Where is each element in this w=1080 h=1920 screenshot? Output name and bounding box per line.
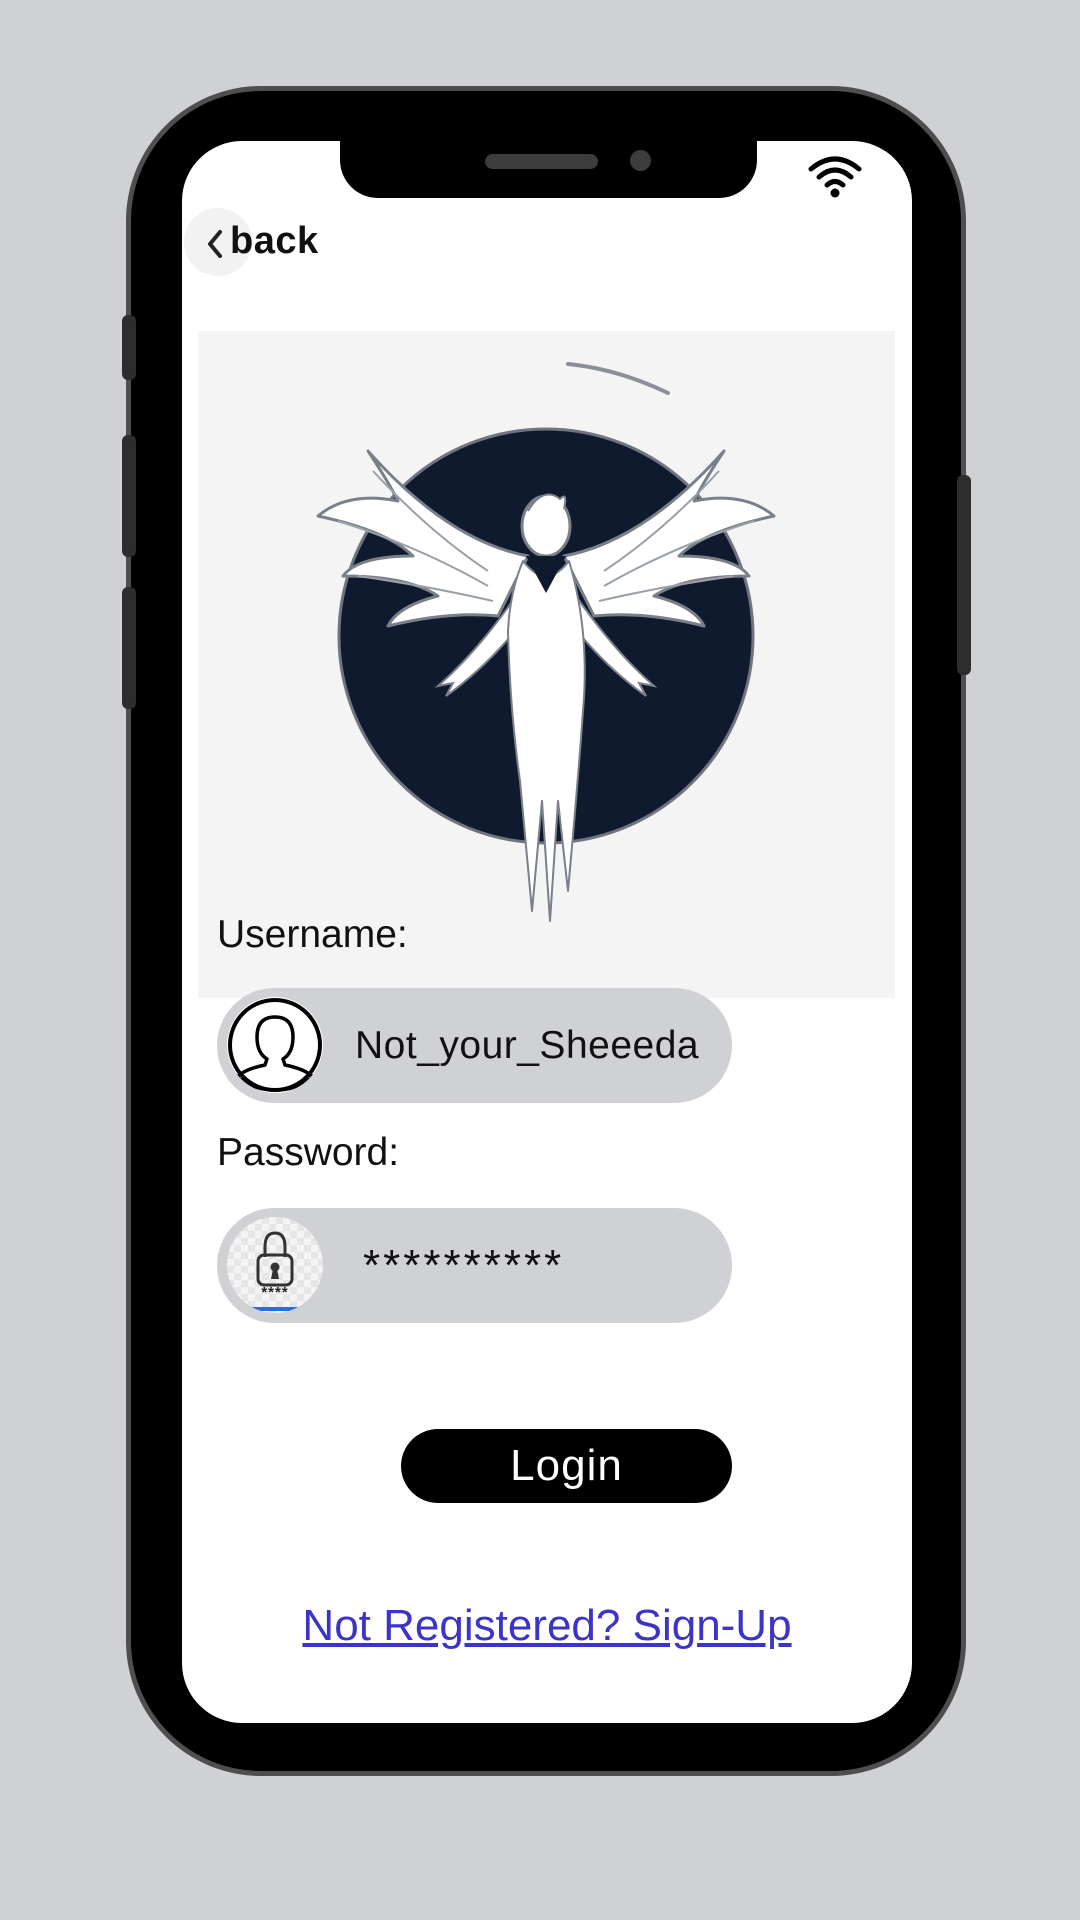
front-camera xyxy=(630,150,651,171)
notch xyxy=(340,141,757,198)
username-label: Username: xyxy=(217,913,408,956)
mute-switch xyxy=(122,315,136,380)
volume-down-button xyxy=(122,587,136,709)
phone-screen: back Username: Not_your_Sheeeda Password… xyxy=(182,141,912,1723)
back-button[interactable]: back xyxy=(182,208,342,278)
speaker-grille xyxy=(485,154,598,169)
user-avatar-icon xyxy=(227,997,323,1093)
username-field[interactable]: Not_your_Sheeeda xyxy=(217,988,732,1103)
app-logo xyxy=(198,331,895,998)
power-button xyxy=(957,475,971,675)
padlock-caption: **** xyxy=(261,1284,289,1301)
password-label: Password: xyxy=(217,1131,400,1174)
padlock-icon: **** xyxy=(227,1217,323,1313)
winged-figure-logo xyxy=(198,331,895,998)
chevron-left-icon xyxy=(208,230,222,258)
password-field[interactable]: **** ********** xyxy=(217,1208,732,1323)
login-button[interactable]: Login xyxy=(401,1429,732,1503)
signup-link[interactable]: Not Registered? Sign-Up xyxy=(182,1601,912,1651)
back-label: back xyxy=(230,220,319,262)
username-value: Not_your_Sheeeda xyxy=(355,1024,700,1067)
volume-up-button xyxy=(122,435,136,557)
password-value: ********** xyxy=(363,1241,565,1290)
wifi-icon xyxy=(808,156,862,198)
